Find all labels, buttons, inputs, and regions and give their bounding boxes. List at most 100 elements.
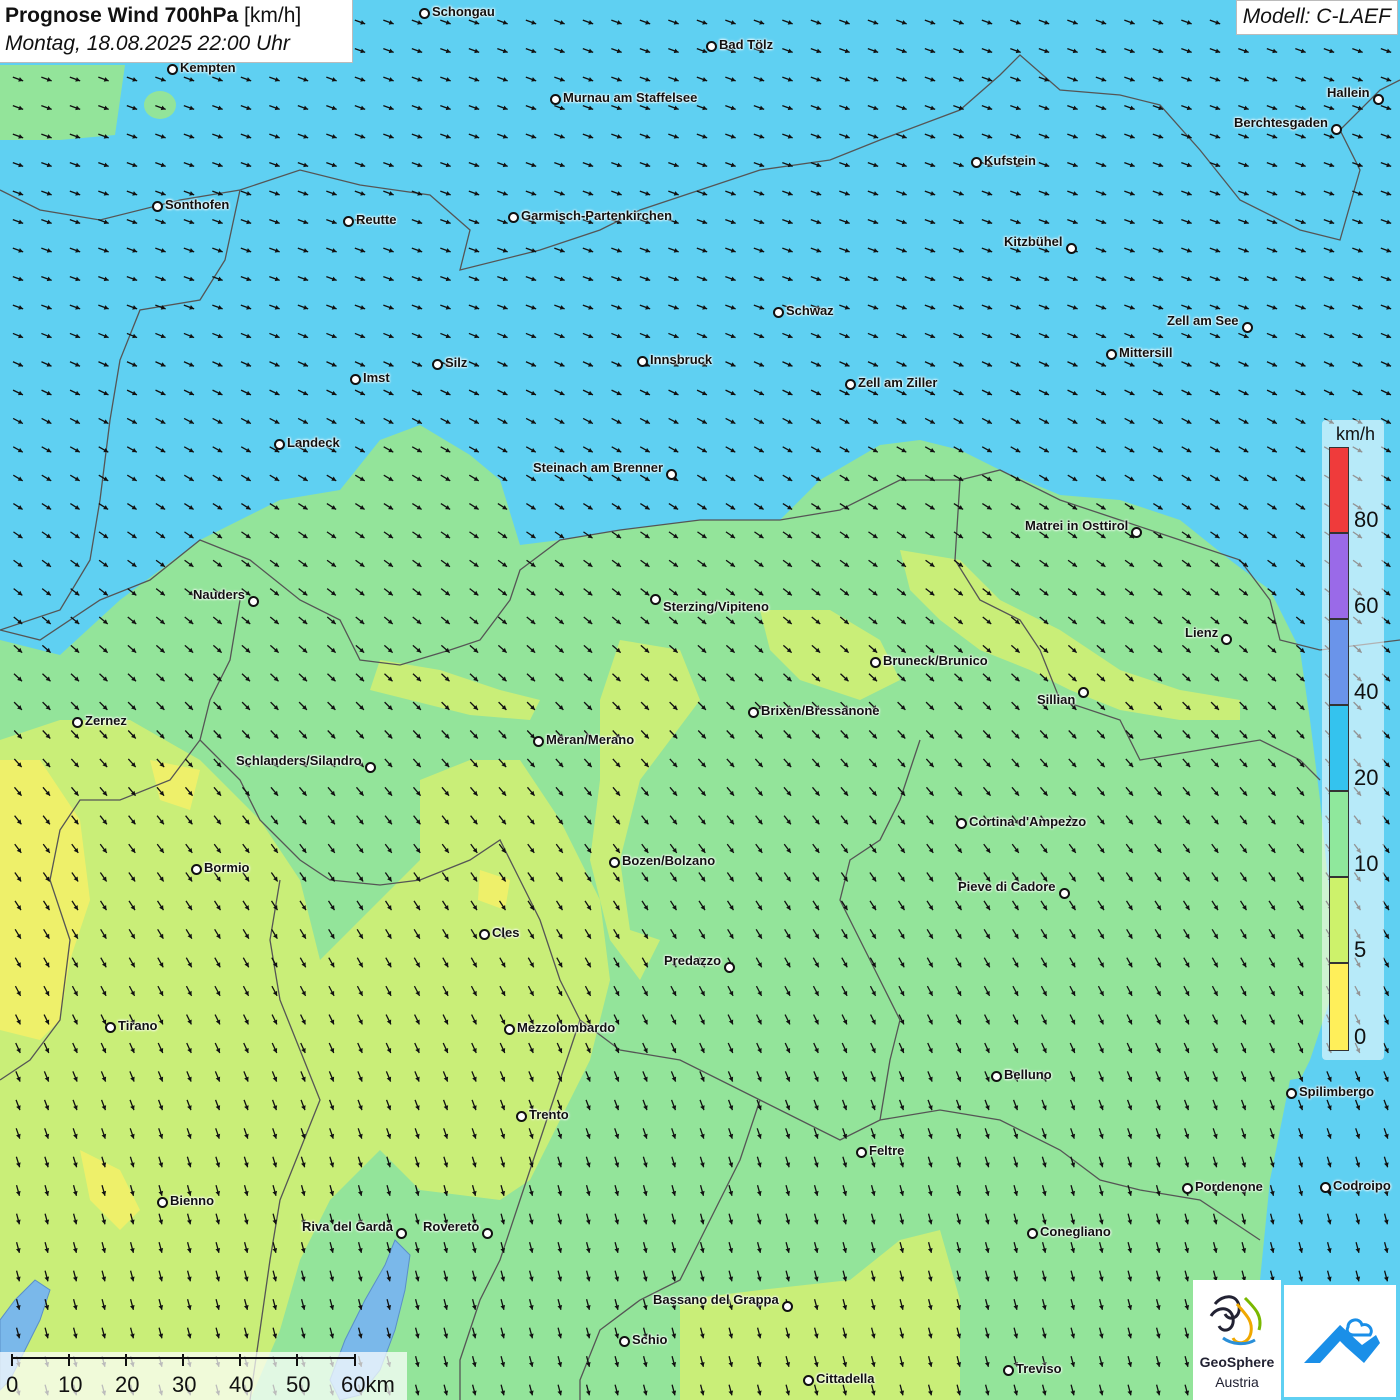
map-title-main: Prognose Wind 700hPa [5,4,239,27]
city-dot[interactable] [1182,1183,1193,1194]
city-dot[interactable] [343,216,354,227]
city-dot[interactable] [365,762,376,773]
city-dot[interactable] [504,1024,515,1035]
city-dot[interactable] [1027,1228,1038,1239]
scale-bar: 0 10 20 30 40 50 60km [0,1352,407,1400]
city-dot[interactable] [1078,687,1089,698]
city-dot[interactable] [724,962,735,973]
legend-swatch-80 [1329,447,1349,533]
city-dot[interactable] [533,736,544,747]
legend-swatch-0 [1329,963,1349,1051]
city-label: Pieve di Cadore [958,879,1056,894]
forecast-datetime: Montag, 18.08.2025 22:00 Uhr [5,32,290,55]
city-dot[interactable] [619,1336,630,1347]
warnapp-mountain-icon [1304,1318,1380,1363]
scale-label: 40 [229,1372,254,1397]
city-label: Hallein [1327,85,1370,100]
city-dot[interactable] [167,64,178,75]
scale-label: 60km [341,1372,395,1397]
city-dot[interactable] [1003,1365,1014,1376]
city-dot[interactable] [479,929,490,940]
city-dot[interactable] [650,594,661,605]
city-dot[interactable] [609,857,620,868]
city-dot[interactable] [666,469,677,480]
model-label: Modell: C-LAEF [1235,0,1398,35]
city-dot[interactable] [432,359,443,370]
city-label: Codroipo [1333,1178,1391,1193]
scale-label: 0 [6,1372,19,1397]
legend-swatch-40 [1329,619,1349,705]
city-dot[interactable] [1242,322,1253,333]
city-dot[interactable] [516,1111,527,1122]
city-label: Schongau [432,4,495,19]
city-dot[interactable] [550,94,561,105]
city-dot[interactable] [1221,634,1232,645]
geosphere-swirl-icon [1209,1295,1262,1346]
city-dot[interactable] [1320,1182,1331,1193]
city-dot[interactable] [350,374,361,385]
city-dot[interactable] [956,818,967,829]
scale-label: 10 [58,1372,83,1397]
city-label: Imst [363,370,390,385]
city-dot[interactable] [706,41,717,52]
city-dot[interactable] [782,1301,793,1312]
city-dot[interactable] [1373,94,1384,105]
city-dot[interactable] [191,864,202,875]
city-dot[interactable] [72,717,83,728]
city-dot[interactable] [870,657,881,668]
city-label: Rovereto [423,1219,480,1234]
city-label: Bienno [170,1193,215,1208]
scale-label: 20 [115,1372,140,1397]
city-label: Sterzing/Vipiteno [663,599,769,614]
city-dot[interactable] [105,1022,116,1033]
city-dot[interactable] [991,1071,1002,1082]
legend-unit: km/h [1336,424,1376,444]
city-dot[interactable] [856,1147,867,1158]
city-dot[interactable] [482,1228,493,1239]
city-label: Bad Tölz [719,37,774,52]
city-dot[interactable] [637,356,648,367]
city-dot[interactable] [274,439,285,450]
legend-tick-60: 60 [1354,593,1379,618]
city-dot[interactable] [1059,888,1070,899]
scale-label: 30 [172,1372,197,1397]
city-label: Cortina d'Ampezzo [969,814,1087,829]
city-dot[interactable] [1131,527,1142,538]
map-title-unit: [km/h] [244,4,302,27]
city-label: Bormio [204,860,250,875]
city-dot[interactable] [971,157,982,168]
city-dot[interactable] [152,201,163,212]
city-label: Zell am See [1167,313,1239,328]
city-dot[interactable] [1331,124,1342,135]
legend-swatch-5 [1329,877,1349,963]
city-dot[interactable] [773,307,784,318]
city-dot[interactable] [1066,243,1077,254]
wind-zone-10-20-patch [0,65,125,140]
city-dot[interactable] [419,8,430,19]
city-dot[interactable] [508,212,519,223]
city-dot[interactable] [748,707,759,718]
city-dot[interactable] [248,596,259,607]
city-dot[interactable] [1106,349,1117,360]
city-label: Bruneck/Brunico [883,653,988,668]
geosphere-logo-text: GeoSphere [1199,1354,1275,1370]
geosphere-logo[interactable]: GeoSphere Austria [1193,1280,1281,1400]
city-label: Cles [492,925,520,940]
city-dot[interactable] [157,1197,168,1208]
city-label: Sillian [1037,692,1076,707]
city-label: Kitzbühel [1004,234,1063,249]
wind-forecast-map[interactable]: Schongau Bad Tölz Kempten Murnau am Staffel… [0,0,1400,1400]
city-label: Schlanders/Silandro [236,753,362,768]
city-label: Landeck [287,435,340,450]
city-dot[interactable] [1286,1088,1297,1099]
city-label: Cittadella [816,1371,875,1386]
city-dot[interactable] [803,1375,814,1386]
city-dot[interactable] [396,1228,407,1239]
warnapp-logo[interactable] [1284,1285,1396,1397]
city-label: Berchtesgaden [1234,115,1328,130]
city-dot[interactable] [845,379,856,390]
city-label: Belluno [1004,1067,1052,1082]
city-label: Meran/Merano [546,732,635,747]
city-label: Kufstein [984,153,1036,168]
city-label: Reutte [356,212,397,227]
